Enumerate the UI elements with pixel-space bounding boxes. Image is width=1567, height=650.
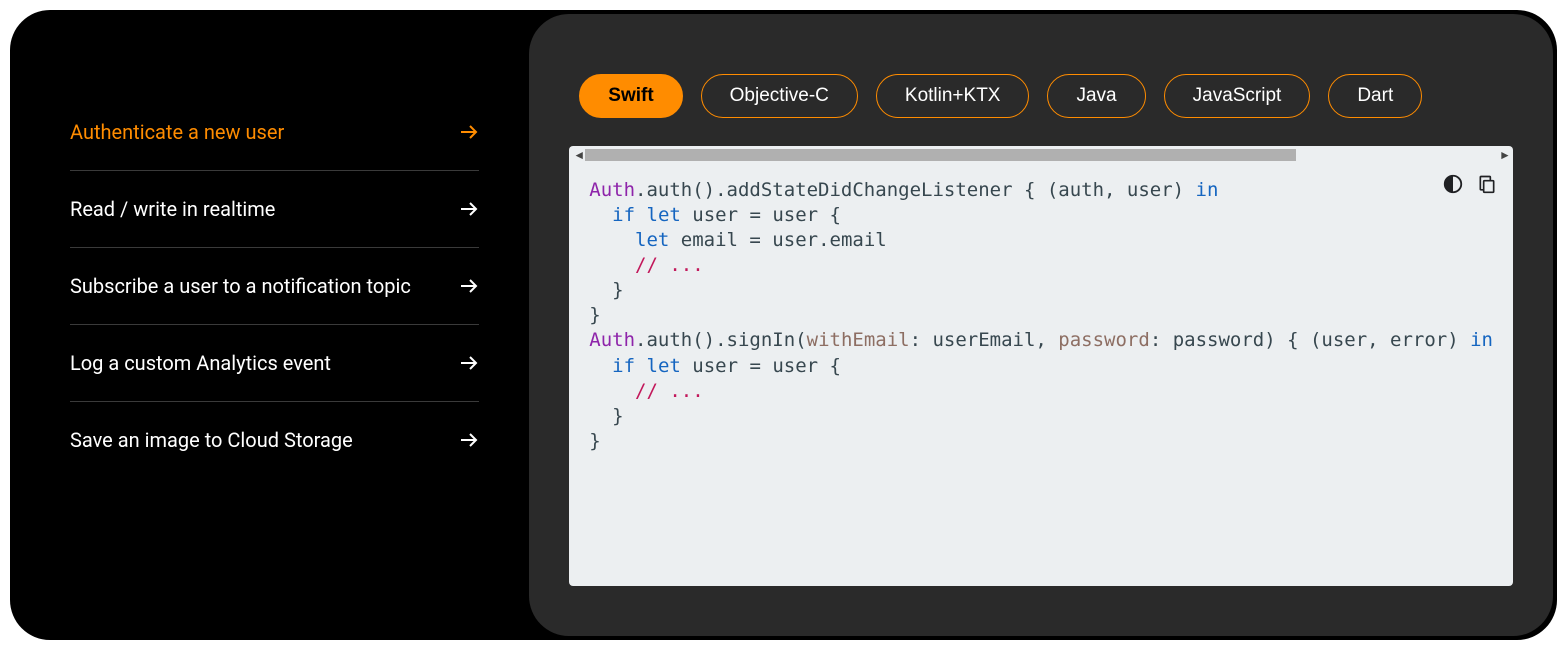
code-actions xyxy=(1441,172,1499,196)
tab-javascript[interactable]: JavaScript xyxy=(1164,74,1311,118)
theme-toggle-icon[interactable] xyxy=(1441,172,1465,196)
sidebar-item-cloud-storage[interactable]: Save an image to Cloud Storage xyxy=(70,402,479,478)
arrow-right-icon xyxy=(459,276,479,296)
arrow-right-icon xyxy=(459,199,479,219)
scrollbar-track[interactable] xyxy=(585,149,1497,161)
sidebar-item-label: Save an image to Cloud Storage xyxy=(70,428,353,452)
sidebar-item-label: Log a custom Analytics event xyxy=(70,351,331,375)
sidebar-item-label: Subscribe a user to a notification topic xyxy=(70,274,411,298)
tab-kotlin-ktx[interactable]: Kotlin+KTX xyxy=(876,74,1030,118)
sidebar-item-subscribe-topic[interactable]: Subscribe a user to a notification topic xyxy=(70,248,479,325)
sidebar-item-analytics-event[interactable]: Log a custom Analytics event xyxy=(70,325,479,402)
code-block: ◄ ► Auth.auth().addStateDidChangeListene… xyxy=(569,146,1513,586)
arrow-right-icon xyxy=(459,353,479,373)
language-tabs: Swift Objective-C Kotlin+KTX Java JavaSc… xyxy=(569,54,1513,118)
code-sample-panel: Swift Objective-C Kotlin+KTX Java JavaSc… xyxy=(529,14,1553,636)
tab-objective-c[interactable]: Objective-C xyxy=(701,74,858,118)
scroll-left-icon[interactable]: ◄ xyxy=(573,148,583,162)
sidebar: Authenticate a new user Read / write in … xyxy=(10,10,529,640)
tab-java[interactable]: Java xyxy=(1047,74,1145,118)
code-content: Auth.auth().addStateDidChangeListener { … xyxy=(569,164,1513,474)
sidebar-item-realtime[interactable]: Read / write in realtime xyxy=(70,171,479,248)
arrow-right-icon xyxy=(459,122,479,142)
sidebar-item-authenticate[interactable]: Authenticate a new user xyxy=(70,120,479,171)
sidebar-item-label: Authenticate a new user xyxy=(70,120,284,144)
horizontal-scrollbar[interactable]: ◄ ► xyxy=(569,146,1513,164)
scroll-right-icon[interactable]: ► xyxy=(1499,148,1509,162)
feature-card: Authenticate a new user Read / write in … xyxy=(10,10,1557,640)
tab-swift[interactable]: Swift xyxy=(579,74,682,118)
arrow-right-icon xyxy=(459,430,479,450)
sidebar-item-label: Read / write in realtime xyxy=(70,197,275,221)
scrollbar-thumb[interactable] xyxy=(585,149,1296,161)
tab-dart[interactable]: Dart xyxy=(1328,74,1422,118)
copy-icon[interactable] xyxy=(1475,172,1499,196)
